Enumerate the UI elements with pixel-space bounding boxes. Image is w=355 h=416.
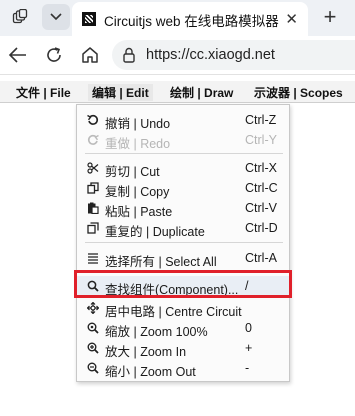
duplicate-icon: [87, 222, 99, 234]
address-bar[interactable]: https://cc.xiaogd.net: [112, 40, 355, 70]
menu-item-label: 重做 | Redo: [105, 137, 171, 151]
menu-edit[interactable]: 编辑 | Edit: [88, 84, 153, 101]
zoom-in-icon: [87, 342, 99, 354]
menu-item-zoom-in[interactable]: 放大 | Zoom In +: [77, 338, 289, 359]
app-menubar: 文件 | File 编辑 | Edit 绘制 | Draw 示波器 | Scop…: [0, 81, 355, 103]
collections-icon[interactable]: [6, 4, 34, 30]
reload-icon[interactable]: [42, 43, 66, 67]
highlight-annotation-box: [74, 270, 292, 298]
menu-item-shortcut: +: [245, 341, 253, 355]
redo-icon: [87, 134, 99, 146]
select-all-icon: [87, 252, 99, 264]
menu-item-undo[interactable]: 撤销 | Undo Ctrl-Z: [77, 110, 289, 131]
url-text: https://cc.xiaogd.net: [146, 47, 275, 63]
menu-item-shortcut: Ctrl-V: [245, 201, 277, 215]
menu-file[interactable]: 文件 | File: [16, 84, 71, 101]
zoom-icon: [87, 322, 99, 334]
menu-scopes[interactable]: 示波器 | Scopes: [254, 84, 343, 101]
tab-title: Circuitjs web 在线电路模拟器: [104, 14, 279, 29]
move-icon: [87, 302, 99, 314]
copy-icon: [87, 182, 99, 194]
zoom-out-icon: [87, 362, 99, 374]
menu-item-shortcut: Ctrl-Y: [245, 133, 277, 147]
menu-item-select-all[interactable]: 选择所有 | Select All Ctrl-A: [77, 248, 289, 269]
menu-item-shortcut: Ctrl-D: [245, 221, 278, 235]
menu-item-label: 缩小 | Zoom Out: [105, 365, 196, 379]
menu-item-label: 重复的 | Duplicate: [105, 225, 205, 239]
menu-item-shortcut: -: [245, 361, 250, 375]
paste-icon: [87, 202, 99, 214]
menu-item-shortcut: 0: [245, 321, 252, 335]
close-tab-icon[interactable]: ✕: [285, 10, 298, 28]
new-tab-plus-icon[interactable]: +: [316, 4, 344, 30]
back-arrow-icon[interactable]: [6, 43, 30, 67]
menu-separator: [85, 153, 283, 154]
menu-item-shortcut: Ctrl-A: [245, 251, 277, 265]
home-icon[interactable]: [78, 43, 102, 67]
menu-item-centre-circuit[interactable]: 居中电路 | Centre Circuit: [77, 298, 289, 319]
menu-item-label: 选择所有 | Select All: [105, 255, 217, 269]
menu-separator: [85, 242, 283, 243]
undo-icon: [87, 114, 99, 126]
lock-icon[interactable]: [122, 47, 136, 66]
browser-tab-strip: Circuitjs web 在线电路模拟器 ✕ +: [0, 0, 355, 36]
menu-item-zoom-100[interactable]: 缩放 | Zoom 100% 0: [77, 318, 289, 339]
menu-item-copy[interactable]: 复制 | Copy Ctrl-C: [77, 178, 289, 199]
active-tab[interactable]: Circuitjs web 在线电路模拟器 ✕: [72, 2, 308, 36]
menu-item-redo[interactable]: 重做 | Redo Ctrl-Y: [77, 130, 289, 151]
menu-item-cut[interactable]: 剪切 | Cut Ctrl-X: [77, 158, 289, 179]
tab-list-chevron-icon[interactable]: [42, 4, 70, 30]
menu-item-shortcut: Ctrl-C: [245, 181, 278, 195]
menu-item-paste[interactable]: 粘贴 | Paste Ctrl-V: [77, 198, 289, 219]
browser-toolbar: https://cc.xiaogd.net: [0, 36, 355, 74]
menu-item-duplicate[interactable]: 重复的 | Duplicate Ctrl-D: [77, 218, 289, 239]
menu-draw[interactable]: 绘制 | Draw: [170, 84, 233, 101]
menu-item-shortcut: Ctrl-X: [245, 161, 277, 175]
edit-menu-dropdown: 撤销 | Undo Ctrl-Z 重做 | Redo Ctrl-Y 剪切 | C…: [76, 104, 290, 382]
site-favicon-icon: [82, 12, 96, 26]
menu-item-zoom-out[interactable]: 缩小 | Zoom Out -: [77, 358, 289, 379]
scissors-icon: [87, 162, 99, 174]
menu-item-shortcut: Ctrl-Z: [245, 113, 277, 127]
